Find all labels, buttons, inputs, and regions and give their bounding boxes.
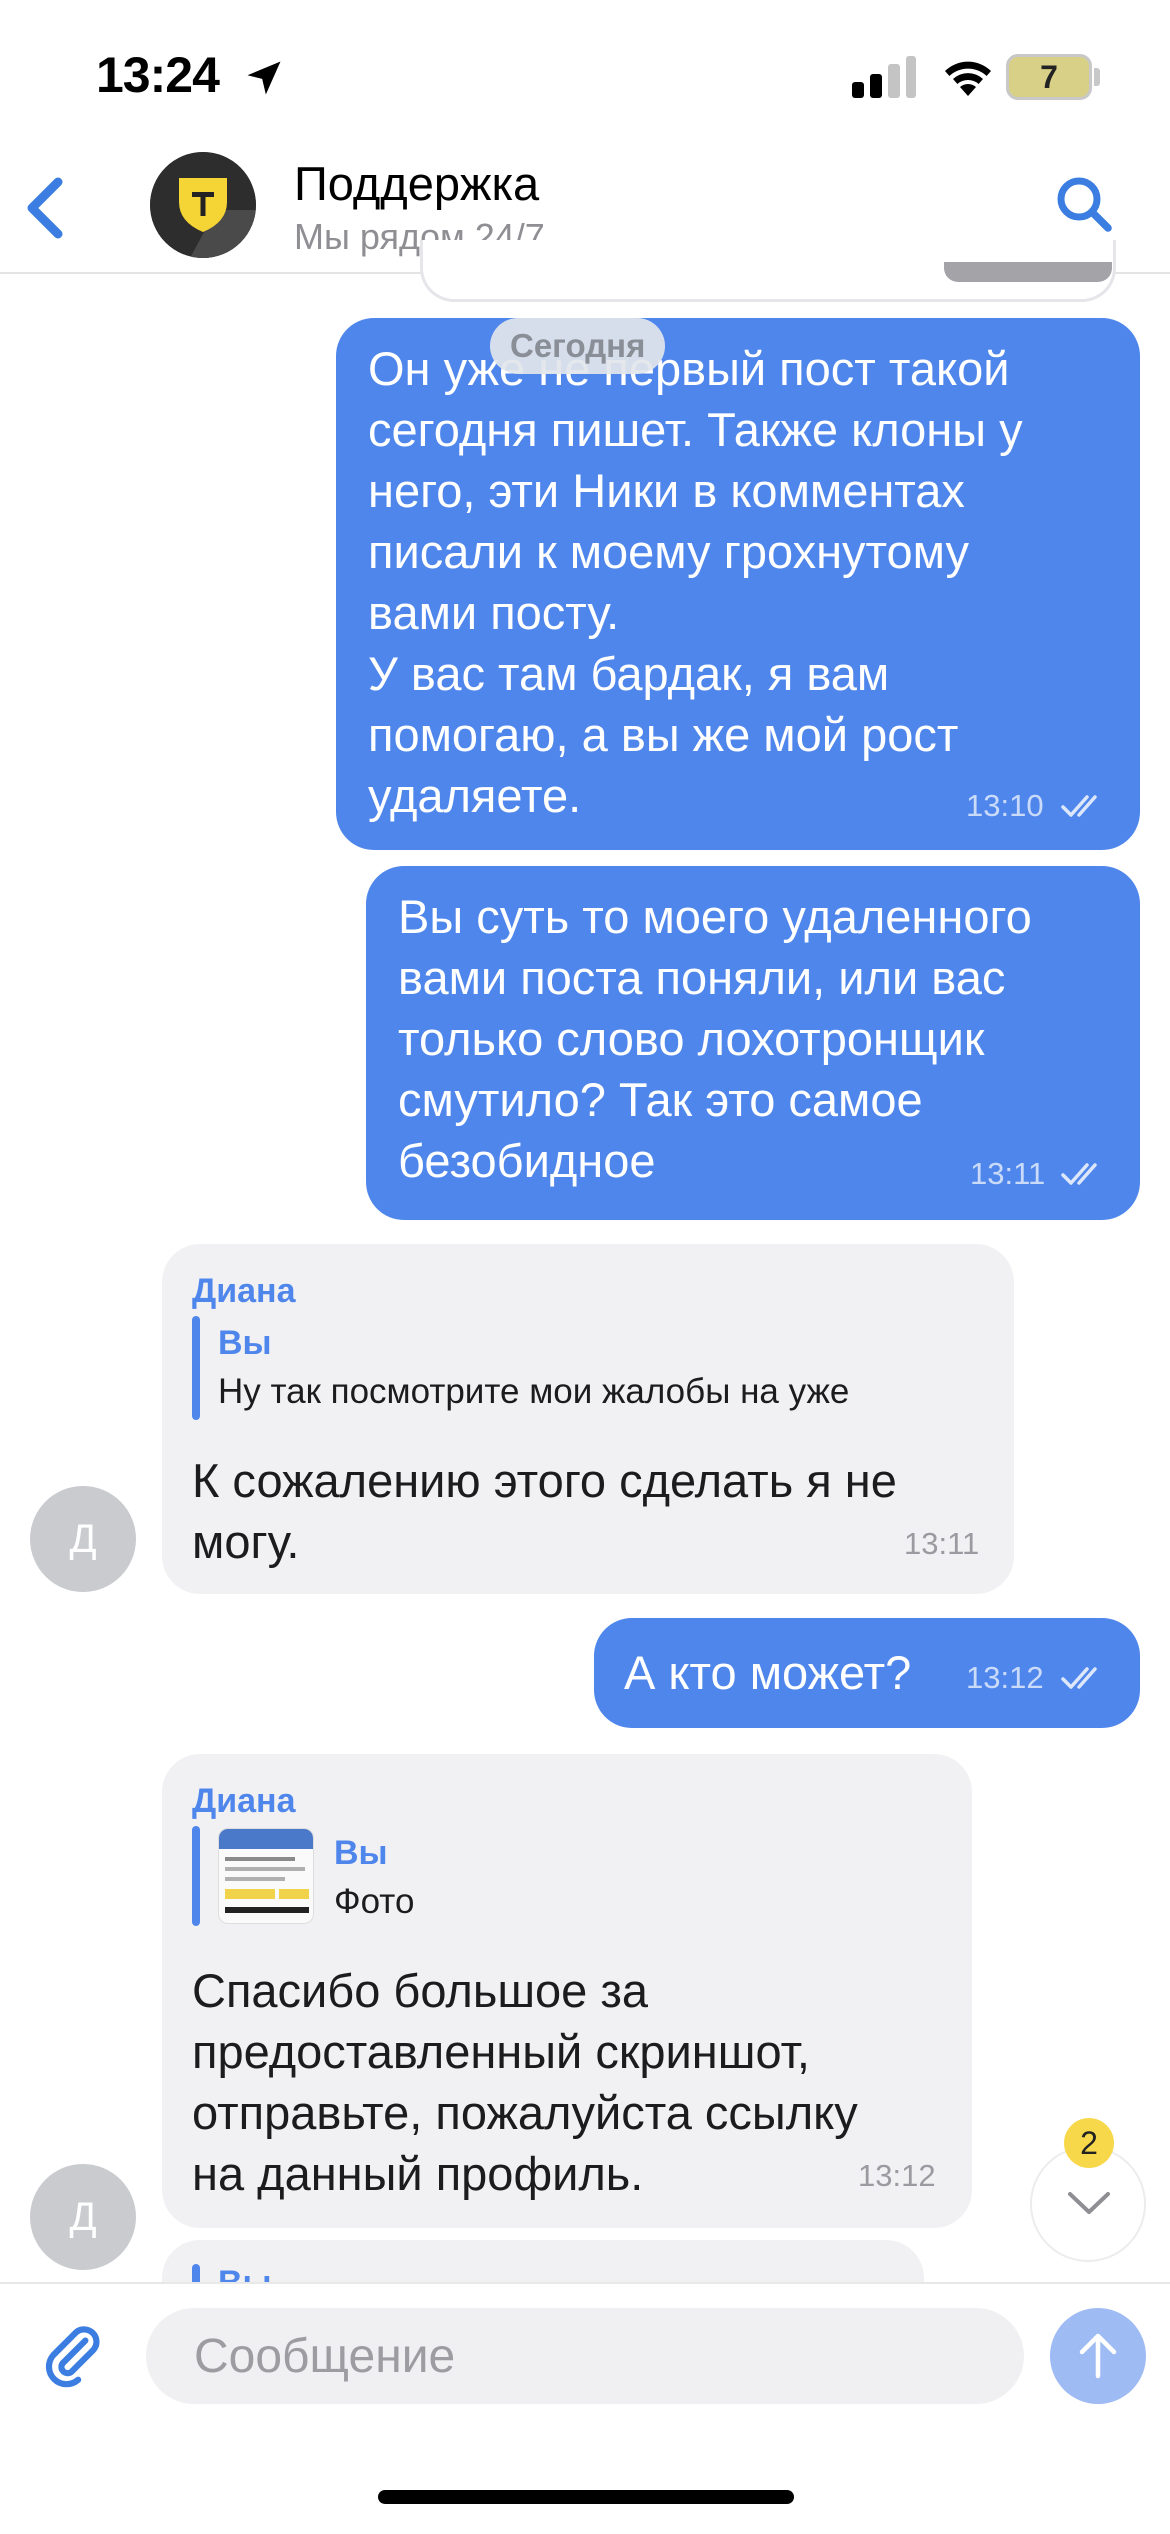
message-text: Спасибо большое за предоставленный скрин… [192,1964,858,2200]
chevron-down-icon [1068,2192,1110,2214]
message-input[interactable] [146,2308,1024,2404]
incoming-message[interactable]: Диана Вы Фото Спасибо большое за предост… [162,1754,972,2228]
outgoing-message[interactable]: Вы суть то моего удаленного вами поста п… [366,866,1140,1220]
status-time: 13:24 [96,47,220,103]
double-check-icon [1061,1667,1097,1689]
message-text: Он уже не первый пост такой сегодня пише… [368,342,1023,822]
outgoing-message[interactable]: А кто может? 13:12 [594,1618,1140,1728]
message-text: Вы суть то моего удаленного вами поста п… [398,890,1032,1187]
sender-avatar[interactable]: Д [30,1486,136,1592]
reply-snippet: Ну так посмотрите мои жалобы на уже [218,1372,850,1411]
message-text: А кто может? [624,1646,912,1699]
location-arrow-icon [247,61,281,95]
reply-snippet: Фото [334,1882,415,1921]
date-separator: Сегодня [490,318,666,374]
arrow-up-icon [1079,2333,1117,2379]
battery-nub [1094,68,1100,86]
outgoing-message[interactable]: Он уже не первый пост такой сегодня пише… [336,318,1140,850]
double-check-icon [1061,795,1097,817]
double-check-icon [1061,1163,1097,1185]
support-avatar[interactable] [150,152,256,258]
sender-name: Диана [192,1782,296,1820]
reply-quote-bar [192,1826,200,1926]
send-button[interactable] [1050,2308,1146,2404]
reply-quote-bar [192,1316,200,1420]
home-indicator [378,2490,794,2504]
reply-photo-thumbnail[interactable] [218,1828,314,1924]
previous-message-media-edge [944,262,1112,282]
unread-count-badge: 2 [1064,2118,1114,2168]
message-time: 13:12 [966,1660,1044,1695]
message-time: 13:12 [858,2158,936,2193]
chat-title[interactable]: Поддержка [294,156,539,211]
reply-author: Вы [218,1324,272,1362]
search-icon[interactable] [1054,174,1114,234]
message-time: 13:11 [904,1526,980,1561]
sender-name: Диана [192,1272,296,1310]
reply-author: Вы [334,1834,388,1872]
wifi-icon [945,61,991,96]
paperclip-icon[interactable] [40,2322,106,2388]
back-chevron-icon[interactable] [22,176,66,240]
message-text: К сожалению этого сделать я не могу. [192,1454,897,1568]
message-time: 13:11 [970,1156,1046,1191]
sender-avatar[interactable]: Д [30,2164,136,2270]
battery-indicator: 7 [1006,54,1092,100]
message-time: 13:10 [966,788,1044,823]
incoming-message[interactable]: Диана Вы Ну так посмотрите мои жалобы на… [162,1244,1014,1594]
bank-shield-logo-icon [150,152,256,258]
cellular-signal-icon [852,56,916,98]
reply-fade [898,1368,960,1416]
